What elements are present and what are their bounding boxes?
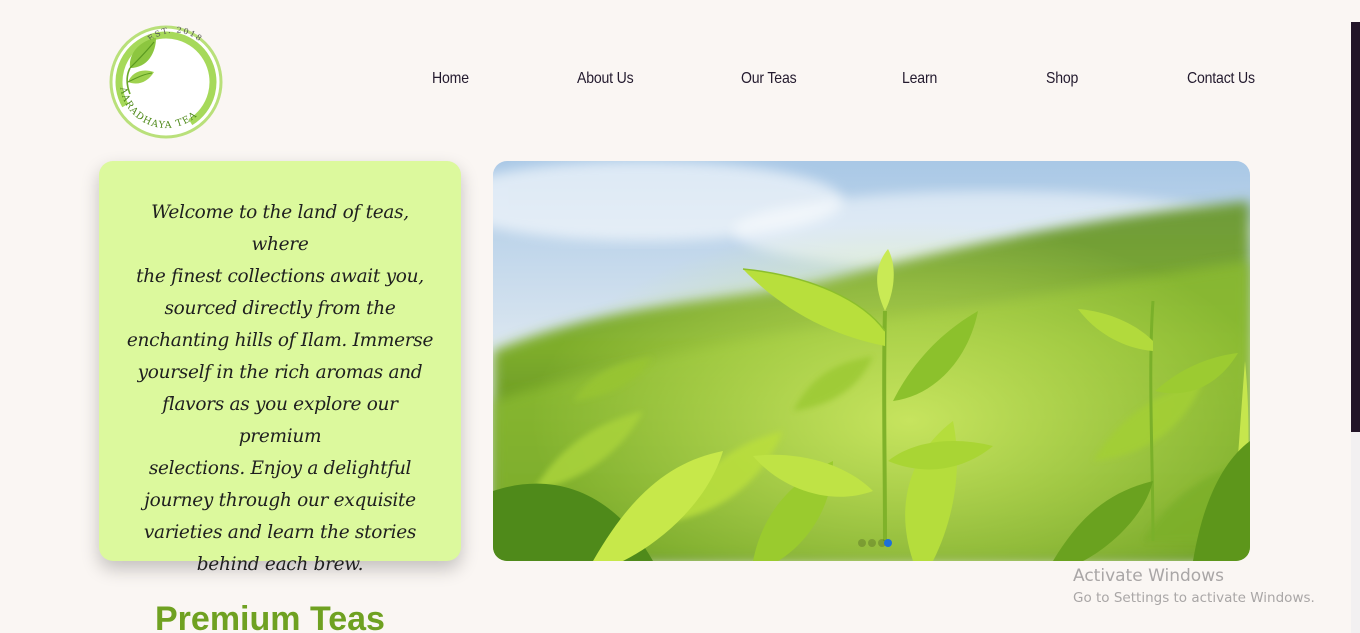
nav-item-learn[interactable]: Learn	[902, 70, 937, 88]
carousel-dot[interactable]	[868, 539, 876, 547]
welcome-line: the finest collections await you,	[136, 266, 424, 287]
main-nav: Home About Us Our Teas Learn Shop Contac…	[0, 70, 1360, 96]
welcome-line: flavors as you explore our premium	[162, 394, 398, 447]
nav-item-home[interactable]: Home	[432, 70, 469, 88]
welcome-line: behind each brew.	[196, 554, 364, 575]
nav-item-shop[interactable]: Shop	[1046, 70, 1078, 88]
welcome-card: Welcome to the land of teas, where the f…	[99, 161, 461, 575]
welcome-line: yourself in the rich aromas and	[137, 362, 423, 383]
carousel-dot-active[interactable]	[884, 539, 892, 547]
watermark-subtitle: Go to Settings to activate Windows.	[1073, 590, 1315, 606]
welcome-line: Welcome to the land of teas, where	[151, 202, 409, 255]
welcome-line: selections. Enjoy a delightful	[148, 458, 412, 479]
welcome-line: sourced directly from the	[164, 298, 396, 319]
welcome-line: journey through our exquisite	[144, 490, 416, 511]
section-title: Premium Teas	[155, 600, 385, 633]
activate-windows-watermark: Activate Windows Go to Settings to activ…	[1073, 565, 1315, 608]
carousel-dot[interactable]	[858, 539, 866, 547]
welcome-line: enchanting hills of Ilam. Immerse	[126, 330, 434, 351]
nav-item-contact-us[interactable]: Contact Us	[1187, 70, 1255, 88]
welcome-line: varieties and learn the stories	[143, 522, 417, 543]
tea-plantation-photo	[493, 161, 1250, 561]
nav-item-about-us[interactable]: About Us	[577, 70, 634, 88]
watermark-title: Activate Windows	[1073, 566, 1224, 586]
nav-item-our-teas[interactable]: Our Teas	[741, 70, 797, 88]
welcome-text: Welcome to the land of teas, where the f…	[125, 197, 435, 581]
page: EST. 2018 AARADHAYA TEA Home About Us Ou…	[0, 0, 1360, 633]
hero-image-carousel[interactable]	[493, 161, 1250, 561]
